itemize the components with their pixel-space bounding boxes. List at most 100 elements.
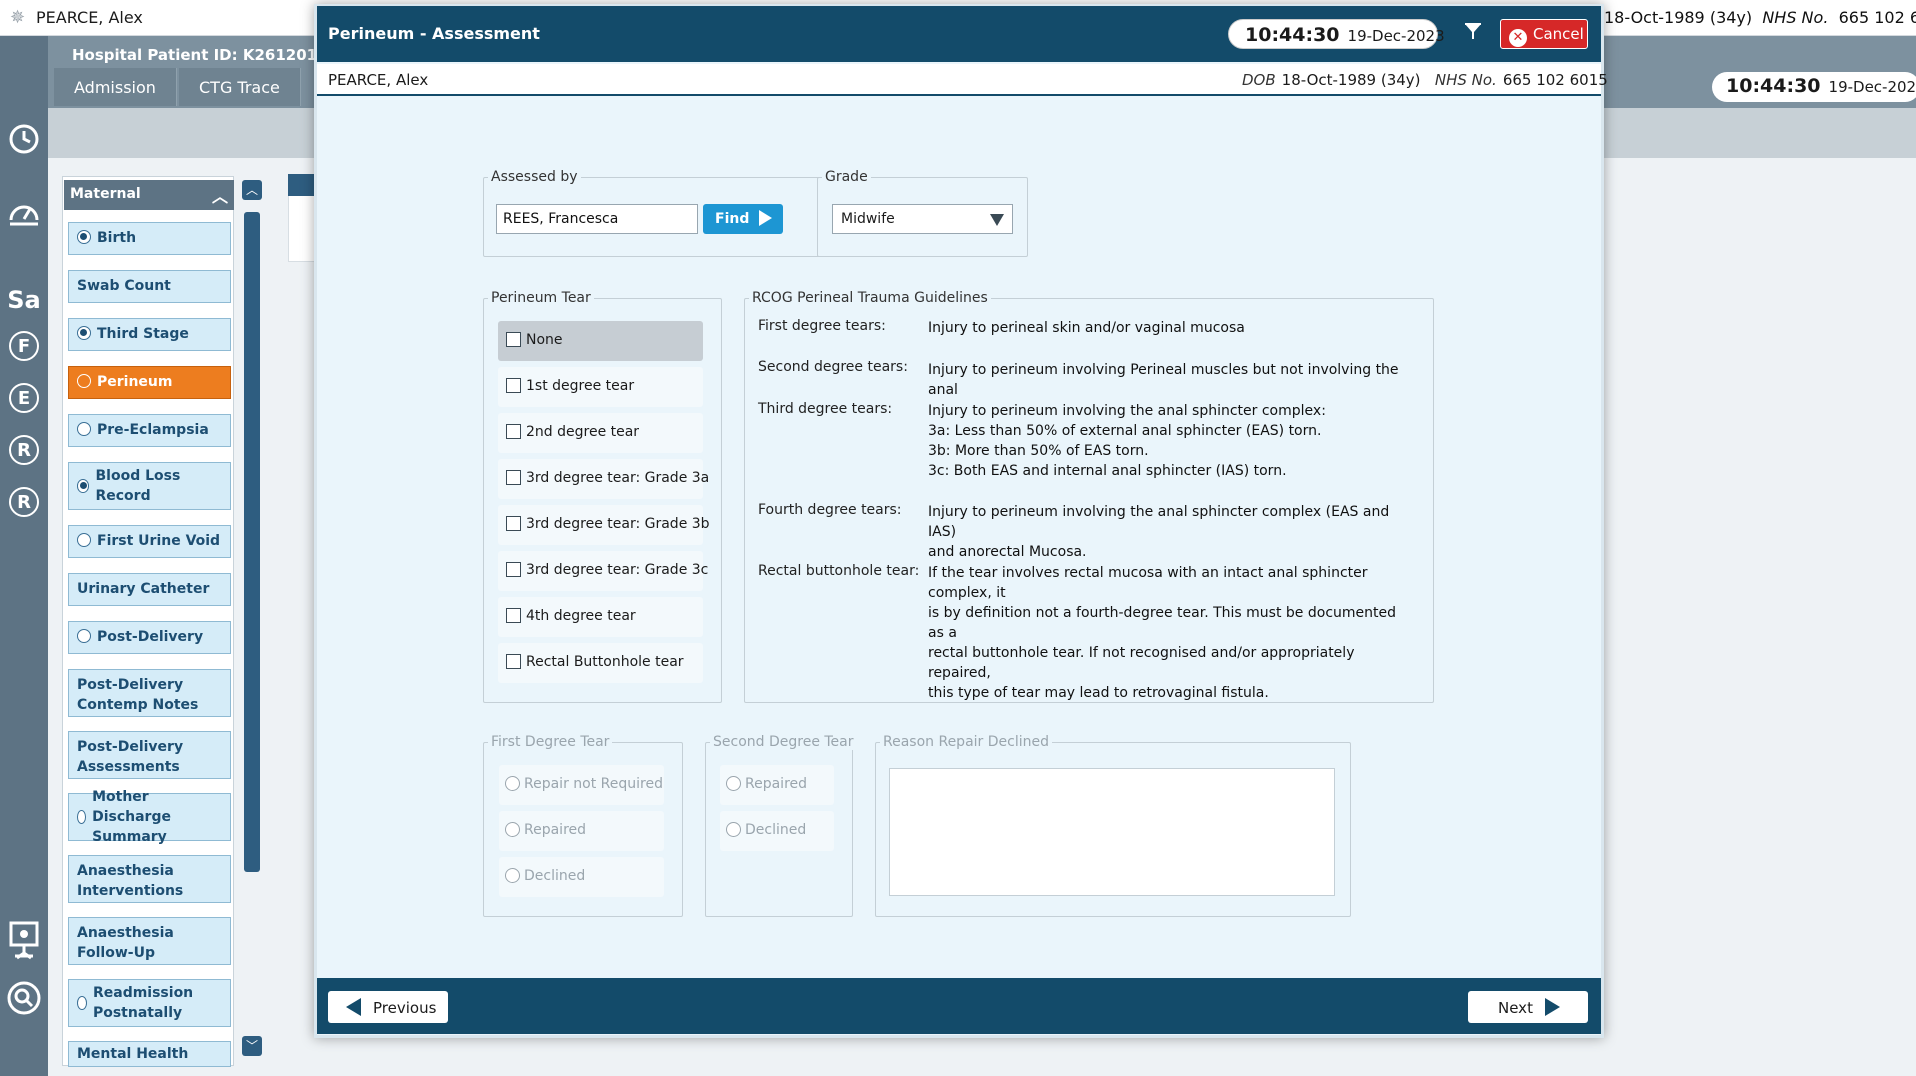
checkbox-icon (506, 562, 521, 577)
nav-item-mental-health[interactable]: Mental Health (68, 1041, 231, 1067)
radio-icon (77, 422, 91, 436)
radio-icon (726, 822, 741, 837)
checkbox-icon (506, 332, 521, 347)
rcog-term-first: First degree tears: (758, 318, 886, 334)
rail-f[interactable]: F (4, 330, 44, 370)
nav-item-urinary-catheter[interactable]: Urinary Catheter (68, 573, 231, 606)
radio-icon (505, 776, 520, 791)
presentation-icon[interactable] (4, 920, 44, 960)
nav-item-post-delivery-contemp-notes[interactable]: Post-Delivery Contemp Notes (68, 669, 231, 717)
reason-repair-declined-label: Reason Repair Declined (880, 734, 1052, 750)
nav-item-first-urine-void[interactable]: First Urine Void (68, 525, 231, 558)
nav-item-anaesthesia-interventions[interactable]: Anaesthesia Interventions (68, 855, 231, 903)
tear-option-3rd-degree-3a[interactable]: 3rd degree tear: Grade 3a (498, 459, 709, 499)
assessed-by-input[interactable] (496, 204, 698, 234)
gauge-icon[interactable] (4, 196, 44, 236)
first-degree-declined[interactable]: Declined (499, 857, 664, 897)
second-degree-repaired[interactable]: Repaired (720, 765, 834, 805)
radio-icon (77, 810, 87, 824)
previous-button[interactable]: Previous (328, 991, 448, 1023)
nav-item-third-stage[interactable]: Third Stage (68, 318, 231, 351)
scroll-up-button[interactable]: ︿ (242, 180, 262, 200)
rcog-definition-rectal-buttonhole: If the tear involves rectal mucosa with … (928, 565, 1397, 701)
first-degree-repair-not-required[interactable]: Repair not Required (499, 765, 664, 805)
rcog-guidelines-label: RCOG Perineal Trauma Guidelines (749, 290, 991, 306)
rcog-definition-third: Injury to perineum involving the anal sp… (928, 403, 1326, 479)
rcog-term-second: Second degree tears: (758, 359, 908, 375)
next-button[interactable]: Next (1468, 991, 1588, 1023)
grade-select[interactable]: Midwife (832, 204, 1013, 234)
tear-option-none[interactable]: None (498, 321, 703, 361)
second-degree-declined[interactable]: Declined (720, 811, 834, 851)
dialog-patient-dob-nhs: DOB 18-Oct-1989 (34y) NHS No. 665 102 6015 (1242, 71, 1608, 89)
nav-item-blood-loss-record[interactable]: Blood Loss Record (68, 462, 231, 510)
chevron-up-icon: ︿ (211, 187, 228, 206)
search-icon[interactable] (4, 980, 44, 1020)
chevron-down-icon (990, 214, 1004, 226)
checkbox-icon (506, 654, 521, 669)
first-degree-tear-label: First Degree Tear (488, 734, 613, 750)
clock-icon[interactable] (4, 120, 44, 160)
second-degree-tear-label: Second Degree Tear (710, 734, 857, 750)
tear-option-1st-degree[interactable]: 1st degree tear (498, 367, 703, 407)
reason-repair-declined-textarea[interactable] (889, 768, 1335, 896)
rail-r-2[interactable]: R (4, 486, 44, 526)
dialog-title: Perineum - Assessment (328, 24, 540, 43)
cancel-button[interactable]: ✕ Cancel (1500, 19, 1588, 49)
radio-icon (77, 326, 91, 340)
radio-icon (77, 996, 87, 1010)
nav-scrollbar[interactable] (244, 212, 260, 872)
radio-icon (77, 629, 91, 643)
rcog-definition-fourth: Injury to perineum involving the anal sp… (928, 504, 1390, 560)
tear-option-3rd-degree-3c[interactable]: 3rd degree tear: Grade 3c (498, 551, 708, 591)
find-button[interactable]: Find (703, 204, 783, 234)
radio-icon (77, 230, 91, 244)
radio-icon (726, 776, 741, 791)
radio-icon (77, 533, 91, 547)
perineum-tear-label: Perineum Tear (488, 290, 594, 306)
nav-item-pre-eclampsia[interactable]: Pre-Eclampsia (68, 414, 231, 447)
dialog-patient-name: PEARCE, Alex (328, 71, 429, 89)
rail-sa[interactable]: Sa (4, 280, 44, 320)
nav-item-post-delivery[interactable]: Post-Delivery (68, 621, 231, 654)
radio-icon (77, 479, 90, 493)
rail-e[interactable]: E (4, 382, 44, 422)
nav-item-anaesthesia-follow-up[interactable]: Anaesthesia Follow-Up (68, 917, 231, 965)
rcog-definition-first: Injury to perineal skin and/or vaginal m… (928, 320, 1245, 336)
nav-item-post-delivery-assessments[interactable]: Post-Delivery Assessments (68, 731, 231, 779)
play-arrow-icon (759, 210, 773, 226)
nav-item-swab-count[interactable]: Swab Count (68, 270, 231, 303)
rcog-definition-second: Injury to perineum involving Perineal mu… (928, 362, 1399, 398)
nav-item-perineum[interactable]: Perineum (68, 366, 231, 399)
nav-item-birth[interactable]: Birth (68, 222, 231, 255)
checkbox-icon (506, 608, 521, 623)
dialog-footer (317, 978, 1601, 1034)
tear-option-4th-degree[interactable]: 4th degree tear (498, 597, 703, 637)
first-degree-repaired[interactable]: Repaired (499, 811, 664, 851)
tab-ctg-trace[interactable]: CTG Trace (179, 68, 301, 106)
background-clock: 10:44:30 19-Dec-2023 (1712, 72, 1916, 102)
svg-text:E: E (18, 388, 30, 409)
scroll-down-button[interactable]: ﹀ (242, 1036, 262, 1056)
tear-option-rectal-buttonhole[interactable]: Rectal Buttonhole tear (498, 643, 703, 683)
radio-icon (77, 374, 91, 388)
checkbox-icon (506, 378, 521, 393)
tear-option-2nd-degree[interactable]: 2nd degree tear (498, 413, 703, 453)
checkbox-icon (506, 516, 521, 531)
favourite-star-icon[interactable]: ✵ (10, 7, 25, 28)
nav-item-mother-discharge-summary[interactable]: Mother Discharge Summary (68, 789, 231, 845)
arrow-right-icon (1544, 998, 1560, 1016)
filter-icon[interactable] (1460, 22, 1486, 48)
dialog-clock: 10:44:30 19-Dec-2023 (1228, 19, 1445, 49)
nav-header-maternal[interactable]: Maternal ︿ (64, 180, 234, 210)
svg-text:F: F (18, 336, 30, 357)
rail-r[interactable]: R (4, 434, 44, 474)
nav-item-readmission-postnatally[interactable]: Readmission Postnatally (68, 979, 231, 1027)
grade-label: Grade (822, 169, 871, 185)
svg-text:R: R (17, 492, 31, 513)
background-patient-name: PEARCE, Alex (36, 8, 143, 27)
tear-option-3rd-degree-3b[interactable]: 3rd degree tear: Grade 3b (498, 505, 710, 545)
rcog-term-third: Third degree tears: (758, 401, 893, 417)
assessed-by-label: Assessed by (488, 169, 581, 185)
tab-admission[interactable]: Admission (54, 68, 177, 106)
